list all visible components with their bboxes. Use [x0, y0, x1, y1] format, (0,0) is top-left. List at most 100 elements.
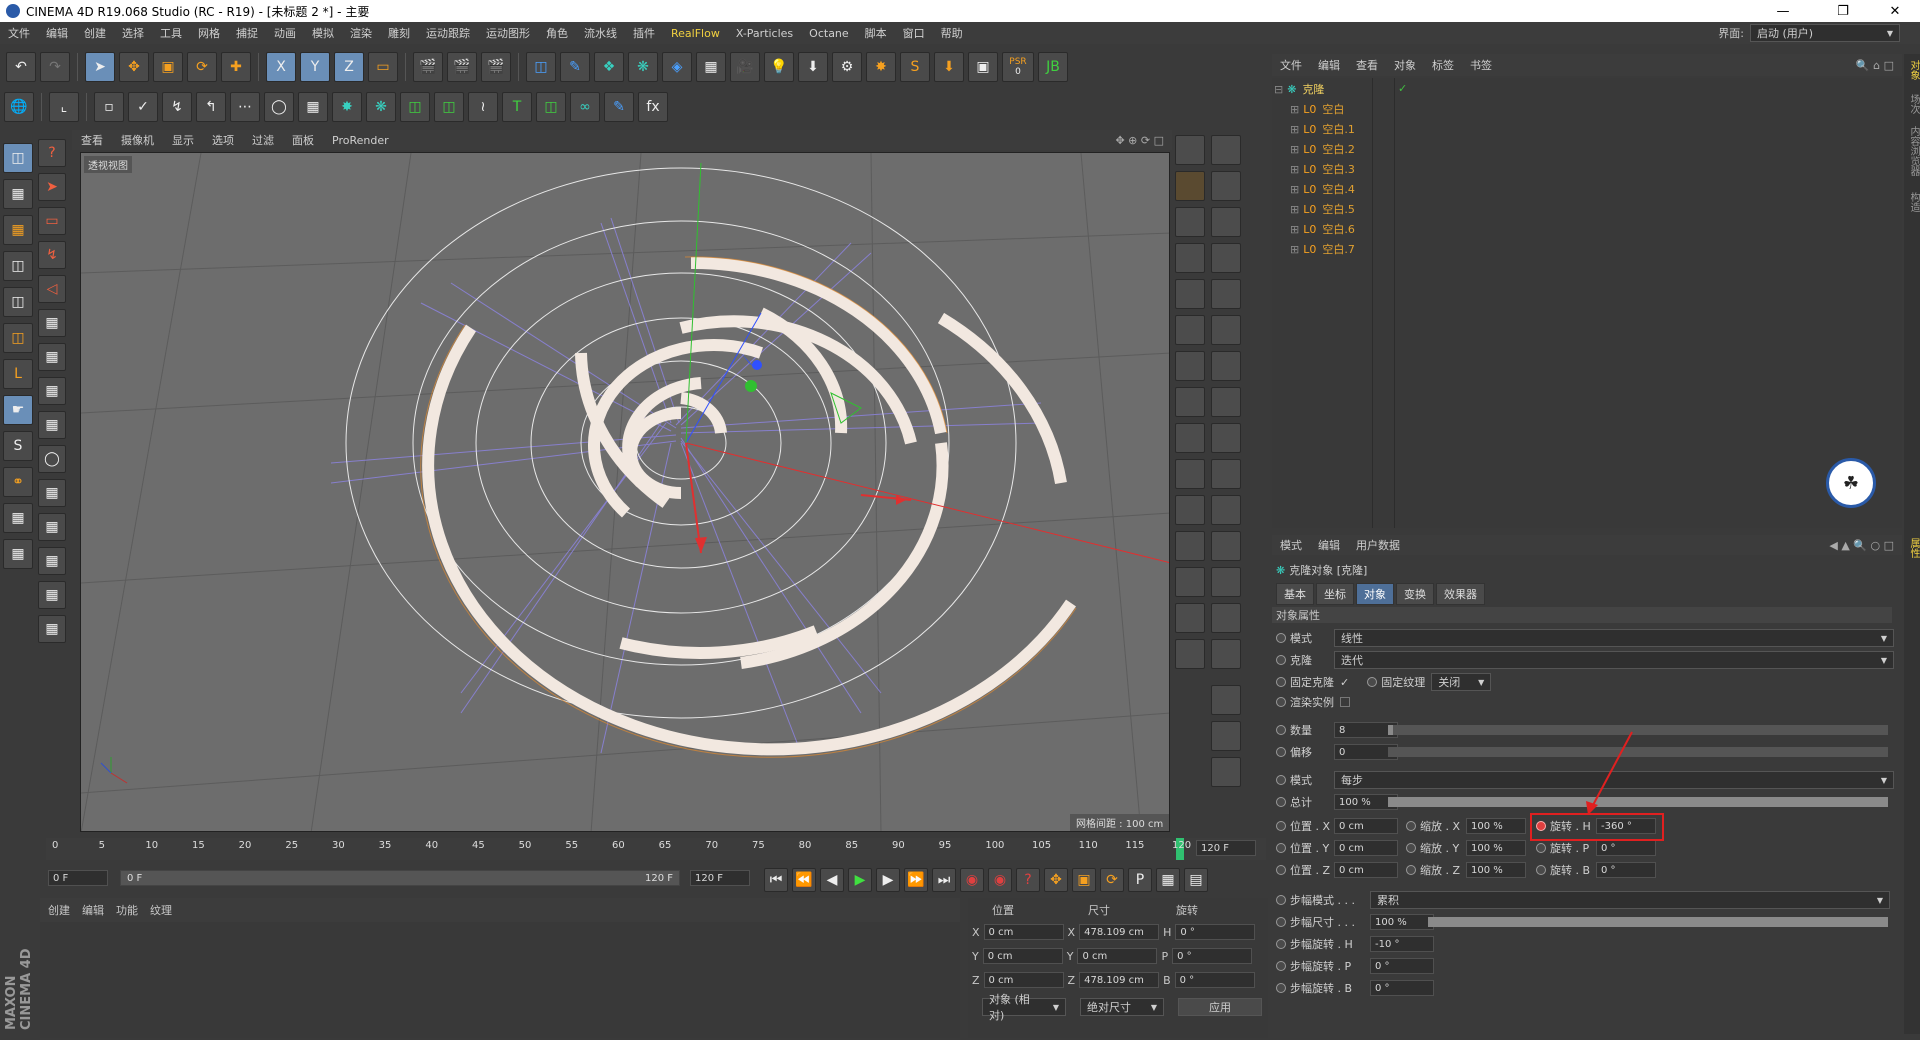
world-icon[interactable]: 🌐 [4, 92, 34, 122]
frame-range-slider[interactable]: 0 F 120 F [120, 870, 680, 886]
om-menu-view[interactable]: 查看 [1348, 57, 1386, 73]
prev-key-icon[interactable]: ⏪ [792, 868, 816, 892]
mat-menu-edit[interactable]: 编辑 [82, 902, 104, 918]
grid-tool-icon-4[interactable]: ▦ [38, 581, 66, 609]
attr-nav-icons[interactable]: ◀ ▲ 🔍 ○ □ [1829, 539, 1894, 552]
step-rot-p-field[interactable]: 0 ° [1370, 958, 1434, 974]
coord-mode-dropdown[interactable]: 对象 (相对) ▼ [982, 993, 1066, 1022]
rot-b-anim-icon[interactable] [1536, 865, 1546, 875]
viewport-menu-camera[interactable]: 摄像机 [112, 132, 163, 148]
scale-z-field[interactable]: 100 % [1466, 862, 1526, 878]
side-tool-icon-24[interactable] [1211, 531, 1241, 561]
edges-mode-icon[interactable]: ◫ [3, 287, 33, 317]
side-tool-icon-6[interactable] [1211, 207, 1241, 237]
current-frame-field[interactable]: 0 F [48, 870, 108, 886]
fix-clone-checkbox[interactable]: ✓ [1340, 676, 1349, 689]
layout-dropdown[interactable]: 启动 (用户) ▼ [1750, 24, 1900, 42]
floor-icon[interactable]: ▦ [696, 52, 726, 82]
coordinate-system-icon[interactable]: ▭ [368, 52, 398, 82]
render-instance-anim-icon[interactable] [1276, 697, 1286, 707]
menu-tools[interactable]: 工具 [152, 25, 190, 41]
side-tool-icon-5[interactable] [1175, 207, 1205, 237]
side-tool-icon-14[interactable] [1211, 351, 1241, 381]
om-menu-object[interactable]: 对象 [1386, 57, 1424, 73]
pen-icon[interactable]: ✎ [560, 52, 590, 82]
plugin-icon-1[interactable]: ⚙ [832, 52, 862, 82]
fix-texture-anim-icon[interactable] [1367, 677, 1378, 687]
side-tool-icon-13[interactable] [1175, 351, 1205, 381]
spline-icon-5[interactable]: ⋯ [230, 92, 260, 122]
object-row-null-5[interactable]: ⊞ L0 空白.5 [1290, 200, 1355, 218]
timeline-window-icon[interactable]: ▤ [1184, 868, 1208, 892]
attr-menu-mode[interactable]: 模式 [1272, 537, 1310, 553]
scale-z-anim-icon[interactable] [1406, 865, 1416, 875]
side-tool-icon-10[interactable] [1211, 279, 1241, 309]
menu-render[interactable]: 渲染 [342, 25, 380, 41]
key-grid-icon[interactable]: ▦ [1156, 868, 1180, 892]
total-anim-icon[interactable] [1276, 797, 1286, 807]
grid-tool-icon-3[interactable]: ▦ [38, 547, 66, 575]
menu-xparticles[interactable]: X-Particles [728, 27, 801, 40]
object-row-cloner[interactable]: ⊟ ❋ 克隆 [1274, 80, 1324, 98]
spline-icon-9[interactable]: ❋ [366, 92, 396, 122]
z-axis-button[interactable]: Z [334, 52, 364, 82]
scale-icon[interactable]: ▣ [153, 52, 183, 82]
menu-script[interactable]: 脚本 [857, 25, 895, 41]
workplane-lock-icon[interactable]: ▦ [3, 539, 33, 569]
side-tab-content-browser[interactable]: 内容浏览器 [1906, 126, 1920, 176]
grid-tool-icon-5[interactable]: ▦ [38, 615, 66, 643]
magnet-icon[interactable]: ⚭ [3, 467, 33, 497]
tab-transform[interactable]: 变换 [1396, 583, 1434, 605]
object-row-null[interactable]: ⊞ L0 空白 [1290, 100, 1344, 118]
mat-menu-create[interactable]: 创建 [48, 902, 70, 918]
fix-texture-dropdown[interactable]: 关闭 ▼ [1431, 673, 1492, 691]
step-rot-p-anim-icon[interactable] [1276, 961, 1286, 971]
menu-file[interactable]: 文件 [0, 25, 38, 41]
next-key-icon[interactable]: ⏩ [904, 868, 928, 892]
render-settings-icon[interactable]: 🎬 [481, 52, 511, 82]
redo-icon[interactable]: ↷ [40, 52, 70, 82]
camera-icon[interactable]: 🎥 [730, 52, 760, 82]
viewport-menu-panel[interactable]: 面板 [283, 132, 323, 148]
menu-select[interactable]: 选择 [114, 25, 152, 41]
mat-menu-texture[interactable]: 纹理 [150, 902, 172, 918]
extrude-icon[interactable]: ◫ [536, 92, 566, 122]
y-axis-button[interactable]: Y [300, 52, 330, 82]
spline-icon-8[interactable]: ✸ [332, 92, 362, 122]
key-param-icon[interactable]: P [1128, 868, 1152, 892]
cloner-icon[interactable]: ❋ [628, 52, 658, 82]
step-size-field[interactable]: 100 % [1370, 914, 1434, 930]
menu-motion-tracking[interactable]: 运动跟踪 [418, 25, 478, 41]
rot-p-field[interactable]: 0 ° [1596, 840, 1656, 856]
knife-icon[interactable]: ▦ [38, 309, 66, 337]
side-tool-icon-3[interactable] [1175, 171, 1205, 201]
axis-mode-icon[interactable]: L [3, 359, 33, 389]
select-arrow-icon[interactable]: ➤ [38, 173, 66, 201]
side-tool-icon-1[interactable] [1175, 135, 1205, 165]
coord-size-x[interactable]: 478.109 cm [1079, 924, 1160, 940]
coord-size-z[interactable]: 478.109 cm [1079, 972, 1160, 988]
side-tool-icon-30[interactable] [1211, 639, 1241, 669]
mode2-anim-icon[interactable] [1276, 775, 1286, 785]
grid-tool-icon-2[interactable]: ▦ [38, 513, 66, 541]
side-tool-icon-17[interactable] [1175, 423, 1205, 453]
live-select-icon[interactable]: ➤ [85, 52, 115, 82]
recent-tool-icon[interactable]: ✚ [221, 52, 251, 82]
menu-realflow[interactable]: RealFlow [663, 27, 728, 40]
coord-rot-h[interactable]: 0 ° [1175, 924, 1256, 940]
rot-p-anim-icon[interactable] [1536, 843, 1546, 853]
bevel-tool-icon[interactable]: ▦ [38, 411, 66, 439]
spline-icon-3[interactable]: ↯ [162, 92, 192, 122]
attr-menu-userdata[interactable]: 用户数据 [1348, 537, 1408, 553]
poly-select-icon[interactable]: ◁ [38, 275, 66, 303]
close-button[interactable]: ✕ [1872, 0, 1918, 22]
side-tool-icon-20[interactable] [1211, 459, 1241, 489]
workplane-icon[interactable]: ▦ [3, 215, 33, 245]
sphere-tool-icon[interactable]: ◯ [38, 445, 66, 473]
import-icon[interactable]: ⬇ [798, 52, 828, 82]
restore-button[interactable]: ❐ [1820, 0, 1866, 22]
scale-x-anim-icon[interactable] [1406, 821, 1416, 831]
max-frame-field[interactable]: 120 F [690, 870, 750, 886]
render-view-icon[interactable]: 🎬 [413, 52, 443, 82]
menu-character[interactable]: 角色 [538, 25, 576, 41]
